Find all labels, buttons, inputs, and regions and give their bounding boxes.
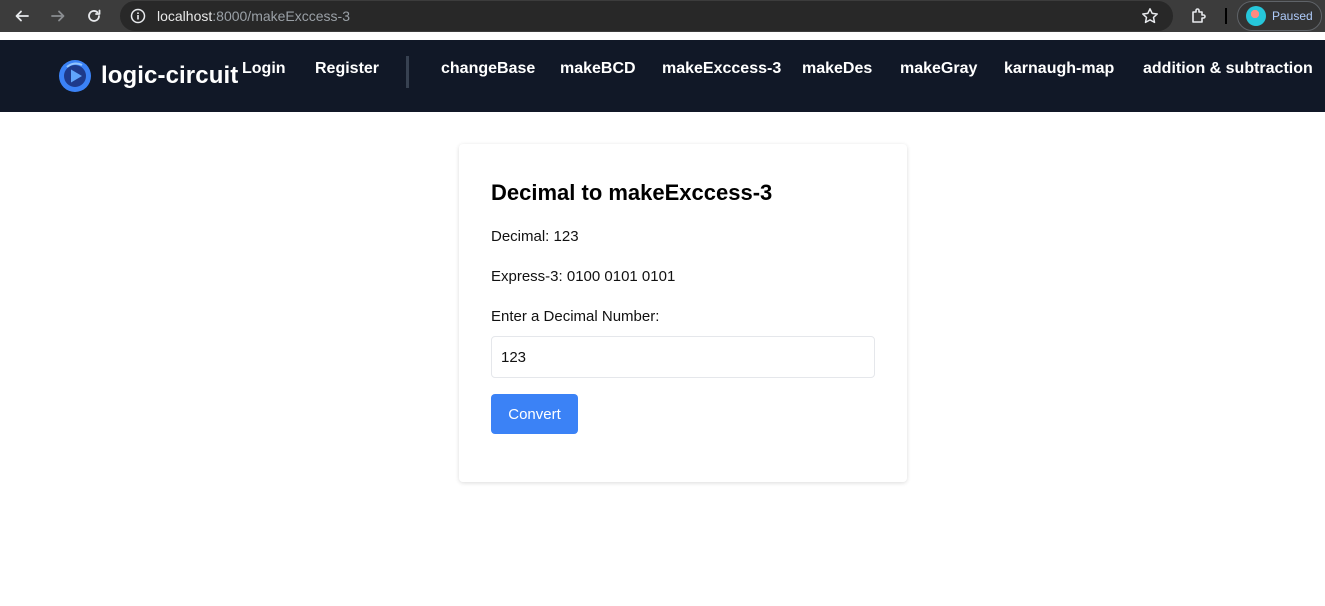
- converter-card: Decimal to makeExccess-3 Decimal: 123 Ex…: [459, 144, 907, 482]
- nav-make-gray[interactable]: makeGray: [900, 60, 977, 78]
- site-info-icon[interactable]: [130, 8, 146, 24]
- reload-icon: [88, 9, 101, 22]
- nav-divider: [406, 56, 409, 88]
- url-host: localhost: [157, 8, 213, 24]
- decimal-input-label: Enter a Decimal Number:: [491, 308, 660, 325]
- nav-login[interactable]: Login: [242, 60, 286, 78]
- url-path: :8000/makeExccess-3: [212, 8, 350, 24]
- brand-name: logic-circuit: [101, 62, 239, 89]
- toolbar-divider: [1225, 8, 1227, 24]
- site-header: logic-circuit Login Register changeBase …: [0, 40, 1325, 112]
- reload-button[interactable]: [82, 4, 106, 28]
- decimal-input[interactable]: [491, 336, 875, 378]
- nav-make-des[interactable]: makeDes: [802, 60, 872, 78]
- back-button[interactable]: [10, 4, 34, 28]
- brand[interactable]: logic-circuit: [58, 59, 238, 93]
- arrow-right-icon: [51, 10, 65, 22]
- nav-make-excess-3[interactable]: makeExccess-3: [662, 60, 781, 78]
- nav-make-bcd[interactable]: makeBCD: [560, 60, 636, 78]
- page-title: Decimal to makeExccess-3: [491, 180, 773, 205]
- nav-register[interactable]: Register: [315, 60, 379, 78]
- arrow-left-icon: [15, 10, 29, 22]
- forward-button[interactable]: [46, 4, 70, 28]
- nav-change-base[interactable]: changeBase: [441, 60, 535, 78]
- convert-button[interactable]: Convert: [491, 394, 578, 434]
- extensions-puzzle-icon[interactable]: [1189, 6, 1209, 26]
- brand-logo-icon: [59, 60, 91, 92]
- nav-karnaugh-map[interactable]: karnaugh-map: [1004, 60, 1114, 78]
- profile-status: Paused: [1272, 9, 1313, 23]
- profile-button[interactable]: Paused: [1237, 1, 1322, 31]
- excess3-result-text: Express-3: 0100 0101 0101: [491, 268, 676, 285]
- address-bar[interactable]: localhost:8000/makeExccess-3: [120, 1, 1173, 31]
- browser-toolbar: localhost:8000/makeExccess-3 Paused: [0, 0, 1325, 32]
- decimal-value-text: Decimal: 123: [491, 228, 579, 245]
- bookmark-star-icon[interactable]: [1141, 7, 1159, 25]
- avatar: [1246, 6, 1266, 26]
- nav-addition-subtraction[interactable]: addition & subtraction: [1143, 60, 1313, 78]
- url-text[interactable]: localhost:8000/makeExccess-3: [157, 8, 350, 24]
